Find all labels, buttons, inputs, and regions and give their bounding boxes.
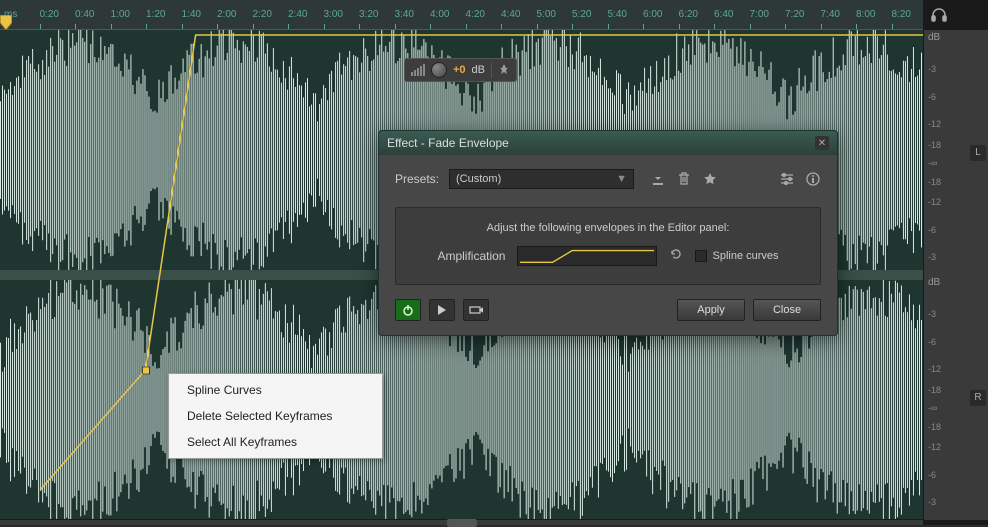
envelope-section: Adjust the following envelopes in the Ed… — [395, 207, 821, 285]
amplification-label: Amplification — [437, 249, 505, 263]
time-tick: 2:00 — [217, 9, 253, 20]
time-tick: 2:40 — [288, 9, 324, 20]
time-tick: 6:40 — [714, 9, 750, 20]
preset-selected-value: (Custom) — [456, 173, 501, 185]
menu-item-select-all-keyframes[interactable]: Select All Keyframes — [169, 429, 382, 455]
gain-value[interactable]: +0 — [453, 64, 466, 76]
time-tick: 1:40 — [182, 9, 218, 20]
time-tick: 5:40 — [608, 9, 644, 20]
dialog-title: Effect - Fade Envelope — [387, 136, 509, 150]
time-tick: 2:20 — [253, 9, 289, 20]
gain-hud[interactable]: +0 dB — [404, 58, 517, 82]
checkbox-label: Spline curves — [712, 250, 778, 262]
pin-icon[interactable] — [491, 63, 510, 78]
menu-item-delete-keyframes[interactable]: Delete Selected Keyframes — [169, 403, 382, 429]
time-tick: 7:40 — [821, 9, 857, 20]
amplitude-ruler: dB -3 -6 -12 -18 -∞ -18 -12 -6 -3 L dB -… — [923, 30, 988, 520]
save-preset-icon[interactable] — [650, 171, 666, 187]
time-tick: 0:40 — [75, 9, 111, 20]
headphones-icon[interactable] — [928, 4, 950, 26]
time-tick: 4:40 — [501, 9, 537, 20]
time-tick: 3:40 — [395, 9, 431, 20]
section-caption: Adjust the following envelopes in the Ed… — [408, 222, 808, 234]
info-icon[interactable] — [805, 171, 821, 187]
gain-knob[interactable] — [431, 62, 447, 78]
time-tick: 8:00 — [856, 9, 892, 20]
time-tick: 5:00 — [537, 9, 573, 20]
time-tick: 3:00 — [324, 9, 360, 20]
presets-label: Presets: — [395, 172, 439, 186]
time-tick: 7:20 — [785, 9, 821, 20]
time-tick: 5:20 — [572, 9, 608, 20]
close-button[interactable]: Close — [753, 299, 821, 321]
close-icon[interactable]: ✕ — [815, 136, 829, 150]
channel-indicator-left[interactable]: L — [970, 145, 986, 161]
time-tick: 1:00 — [111, 9, 147, 20]
db-unit-label: dB — [924, 275, 988, 290]
gain-unit: dB — [472, 64, 485, 76]
db-unit-label: dB — [924, 30, 988, 45]
reset-icon[interactable] — [669, 247, 683, 266]
apply-button[interactable]: Apply — [677, 299, 745, 321]
adobe-audition-editor: ms 0:20 0:40 1:00 1:20 1:40 2:00 2:20 2:… — [0, 0, 988, 525]
zoom-thumb[interactable] — [447, 519, 477, 527]
power-toggle-button[interactable] — [395, 299, 421, 321]
time-tick: 3:20 — [359, 9, 395, 20]
time-tick: 6:00 — [643, 9, 679, 20]
spline-curves-checkbox[interactable]: Spline curves — [695, 250, 778, 262]
presets-dropdown[interactable]: (Custom) ▼ — [449, 169, 634, 189]
channel-indicator-right[interactable]: R — [970, 390, 986, 406]
time-tick: 0:20 — [40, 9, 76, 20]
loop-button[interactable] — [463, 299, 489, 321]
chevron-down-icon: ▼ — [616, 173, 627, 185]
checkbox-box — [695, 250, 707, 262]
time-tick: 4:00 — [430, 9, 466, 20]
horizontal-zoom-bar[interactable] — [0, 519, 923, 525]
timeline-ruler[interactable]: ms 0:20 0:40 1:00 1:20 1:40 2:00 2:20 2:… — [0, 0, 923, 30]
menu-item-spline-curves[interactable]: Spline Curves — [169, 377, 382, 403]
favorite-icon[interactable] — [702, 171, 718, 187]
playhead-marker[interactable] — [0, 15, 12, 30]
time-tick: 7:00 — [750, 9, 786, 20]
effect-fade-envelope-dialog: Effect - Fade Envelope ✕ Presets: (Custo… — [378, 130, 838, 336]
delete-preset-icon[interactable] — [676, 171, 692, 187]
amplification-curve-preview[interactable] — [517, 246, 657, 266]
meter-icon — [411, 64, 425, 76]
time-tick: 1:20 — [146, 9, 182, 20]
dialog-titlebar[interactable]: Effect - Fade Envelope ✕ — [379, 131, 837, 155]
time-tick: 4:20 — [466, 9, 502, 20]
envelope-context-menu: Spline Curves Delete Selected Keyframes … — [168, 373, 383, 459]
time-tick: 6:20 — [679, 9, 715, 20]
time-tick: 8:20 — [892, 9, 924, 20]
preview-play-button[interactable] — [429, 299, 455, 321]
settings-icon[interactable] — [779, 171, 795, 187]
